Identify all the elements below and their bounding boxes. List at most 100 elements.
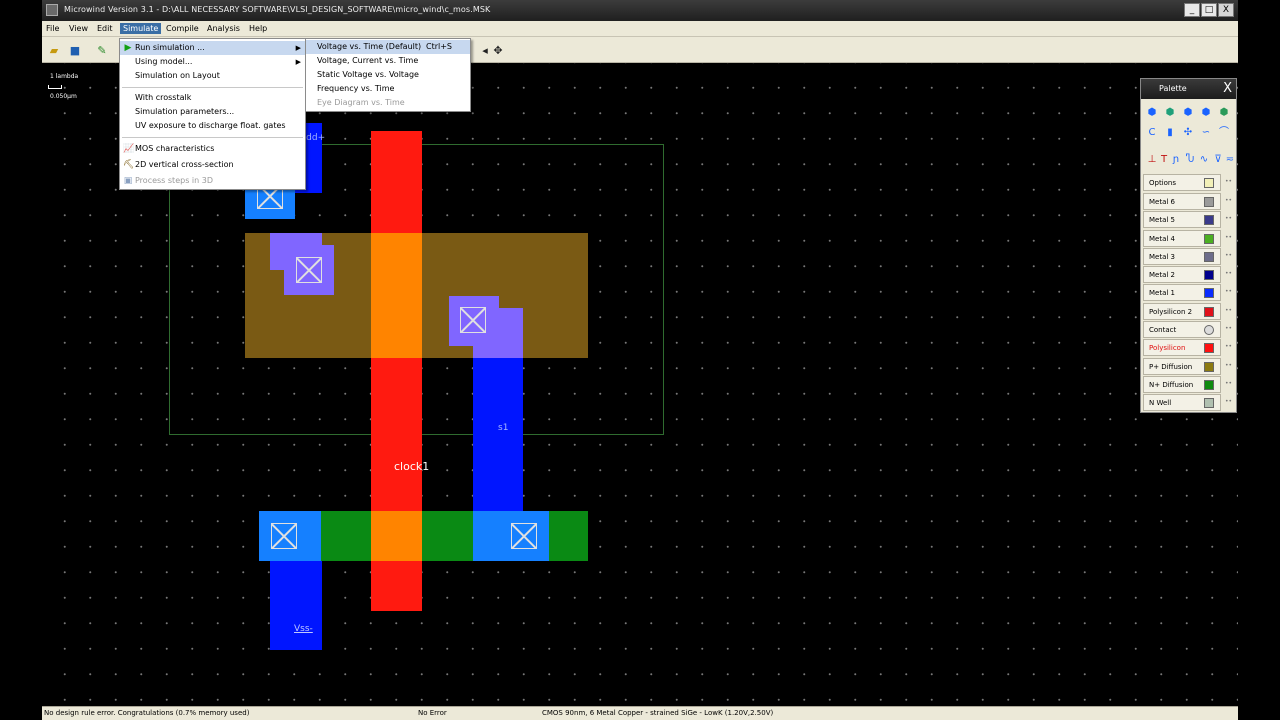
layer-metal4[interactable]: Metal 4 [1143,230,1221,247]
layer-visibility-icon[interactable]: •• [1225,288,1234,300]
via-tool-icon[interactable]: ⬢ [1164,107,1176,119]
submenu-arrow-icon: ▶ [295,58,301,66]
layer-metal2[interactable]: Metal 2 [1143,266,1221,283]
close-button[interactable]: X [1218,3,1234,17]
menu-item-mos-characteristics[interactable]: 📈 MOS characteristics [120,142,305,156]
layer-options[interactable]: Options [1143,174,1221,191]
layer-visibility-icon[interactable]: •• [1225,234,1234,246]
menu-item-run-simulation[interactable]: ▶ Run simulation ... ▶ [120,41,305,55]
node-label-clock[interactable]: clock1 [394,460,429,473]
scale-micron-label: 0.050µm [50,93,77,100]
layer-swatch [1204,343,1214,353]
layer-swatch [1204,197,1214,207]
layer-n-well[interactable]: N Well [1143,394,1221,411]
save-icon[interactable]: ■ [67,42,83,58]
layer-visibility-icon[interactable]: •• [1225,215,1234,227]
via-tool-icon[interactable]: ⬢ [1182,107,1194,119]
mos-tool-icon[interactable]: ▮ [1164,127,1176,139]
palette-title: Palette [1159,84,1187,93]
visible-tool-icon[interactable]: ⊽ [1212,154,1224,166]
app-icon [46,4,58,16]
vdd-tool-icon[interactable]: ⊥ [1146,154,1158,166]
menu-item-simulation-on-layout[interactable]: Simulation on Layout [120,69,305,83]
minimize-button[interactable]: _ [1184,3,1200,17]
pulse-tool-icon[interactable]: Ⴠ [1184,154,1196,166]
resistor-tool-icon[interactable]: ∽ [1200,127,1212,139]
menu-file[interactable]: File [43,23,62,34]
window-title: Microwind Version 3.1 - D:\ALL NECESSARY… [64,5,491,14]
move-arrows-icon[interactable]: ✥ [490,42,506,58]
layer-metal1[interactable]: Metal 1 [1143,284,1221,301]
menu-view[interactable]: View [66,23,91,34]
layer-visibility-icon[interactable]: •• [1225,252,1234,264]
layer-visibility-icon[interactable]: •• [1225,270,1234,282]
palette-close-icon[interactable]: X [1223,81,1232,96]
via-tool-icon[interactable]: ⬢ [1218,107,1230,119]
layer-swatch [1204,325,1214,335]
layer-n-diffusion[interactable]: N+ Diffusion [1143,376,1221,393]
menu-item-process-3d: ▣ Process steps in 3D [123,176,213,186]
mos-tool-icon[interactable]: C [1146,127,1158,139]
play-icon: ▶ [124,43,132,53]
layer-visibility-icon[interactable]: •• [1225,307,1234,319]
layer-metal5[interactable]: Metal 5 [1143,211,1221,228]
vss-tool-icon[interactable]: T [1158,154,1170,166]
menu-item-voltage-current-vs-time[interactable]: Voltage, Current vs. Time [306,54,470,68]
scale-bar [48,85,62,89]
status-error: No Error [418,709,447,717]
menu-item-uv-exposure[interactable]: UV exposure to discharge float. gates [120,119,305,133]
layer-polysilicon[interactable]: Polysilicon [1143,339,1221,356]
menu-separator [122,87,303,88]
status-bar: No design rule error. Congratulations (0… [42,706,1238,720]
menu-compile[interactable]: Compile [163,23,202,34]
node-label-s1[interactable]: s1 [498,423,508,433]
metal1-vss-rail [270,561,322,650]
layer-swatch [1204,178,1214,188]
via-tool-icon[interactable]: ⬢ [1200,107,1212,119]
layer-visibility-icon[interactable]: •• [1225,178,1234,190]
menu-item-voltage-vs-time[interactable]: Voltage vs. Time (Default) Ctrl+S [306,40,470,54]
mos-tool-icon[interactable]: ✣ [1182,127,1194,139]
contact-marker [296,257,322,283]
pmos-gate-overlap [371,233,422,358]
clock-tool-icon[interactable]: ɲ [1170,154,1182,166]
menu-analysis[interactable]: Analysis [204,23,243,34]
submenu-arrow-icon: ▶ [295,44,301,52]
status-technology: CMOS 90nm, 6 Metal Copper - strained SiG… [542,709,774,717]
layer-swatch [1204,252,1214,262]
layer-visibility-icon[interactable]: •• [1225,380,1234,392]
layer-metal6[interactable]: Metal 6 [1143,193,1221,210]
menu-item-using-model[interactable]: Using model... ▶ [120,55,305,69]
layer-visibility-icon[interactable]: •• [1225,343,1234,355]
sine-tool-icon[interactable]: ∿ [1198,154,1210,166]
via-tool-icon[interactable]: ⬢ [1146,107,1158,119]
menu-item-static-voltage[interactable]: Static Voltage vs. Voltage [306,68,470,82]
layer-visibility-icon[interactable]: •• [1225,197,1234,209]
pencil-icon[interactable]: ✎ [94,42,110,58]
layer-swatch [1204,362,1214,372]
maximize-button[interactable]: □ [1201,3,1217,17]
menu-item-with-crosstalk[interactable]: With crosstalk [120,91,305,105]
layer-p-diffusion[interactable]: P+ Diffusion [1143,358,1221,375]
layer-metal3[interactable]: Metal 3 [1143,248,1221,265]
menu-item-simulation-parameters[interactable]: Simulation parameters... [120,105,305,119]
layer-visibility-icon[interactable]: •• [1225,362,1234,374]
menu-separator [122,137,303,138]
contact-marker [511,523,537,549]
layer-visibility-icon[interactable]: •• [1225,398,1234,410]
chart-icon: 📈 [123,144,135,154]
shortcut-label: Ctrl+S [425,42,452,51]
layer-visibility-icon[interactable]: •• [1225,325,1234,337]
menu-edit[interactable]: Edit [94,23,116,34]
layer-polysilicon2[interactable]: Polysilicon 2 [1143,303,1221,320]
node-label-vss[interactable]: Vss- [294,624,313,634]
output-tool-icon[interactable]: ≂ [1224,154,1236,166]
layer-contact[interactable]: Contact [1143,321,1221,338]
menu-help[interactable]: Help [246,23,270,34]
wire-tool-icon[interactable]: ⌒ [1218,127,1230,139]
menu-item-frequency-vs-time[interactable]: Frequency vs. Time [306,82,470,96]
contact-marker [271,523,297,549]
menu-simulate[interactable]: Simulate [120,23,162,34]
menu-item-2d-cross-section[interactable]: ⛏ 2D vertical cross-section [120,158,305,172]
open-icon[interactable]: ▰ [46,42,62,58]
